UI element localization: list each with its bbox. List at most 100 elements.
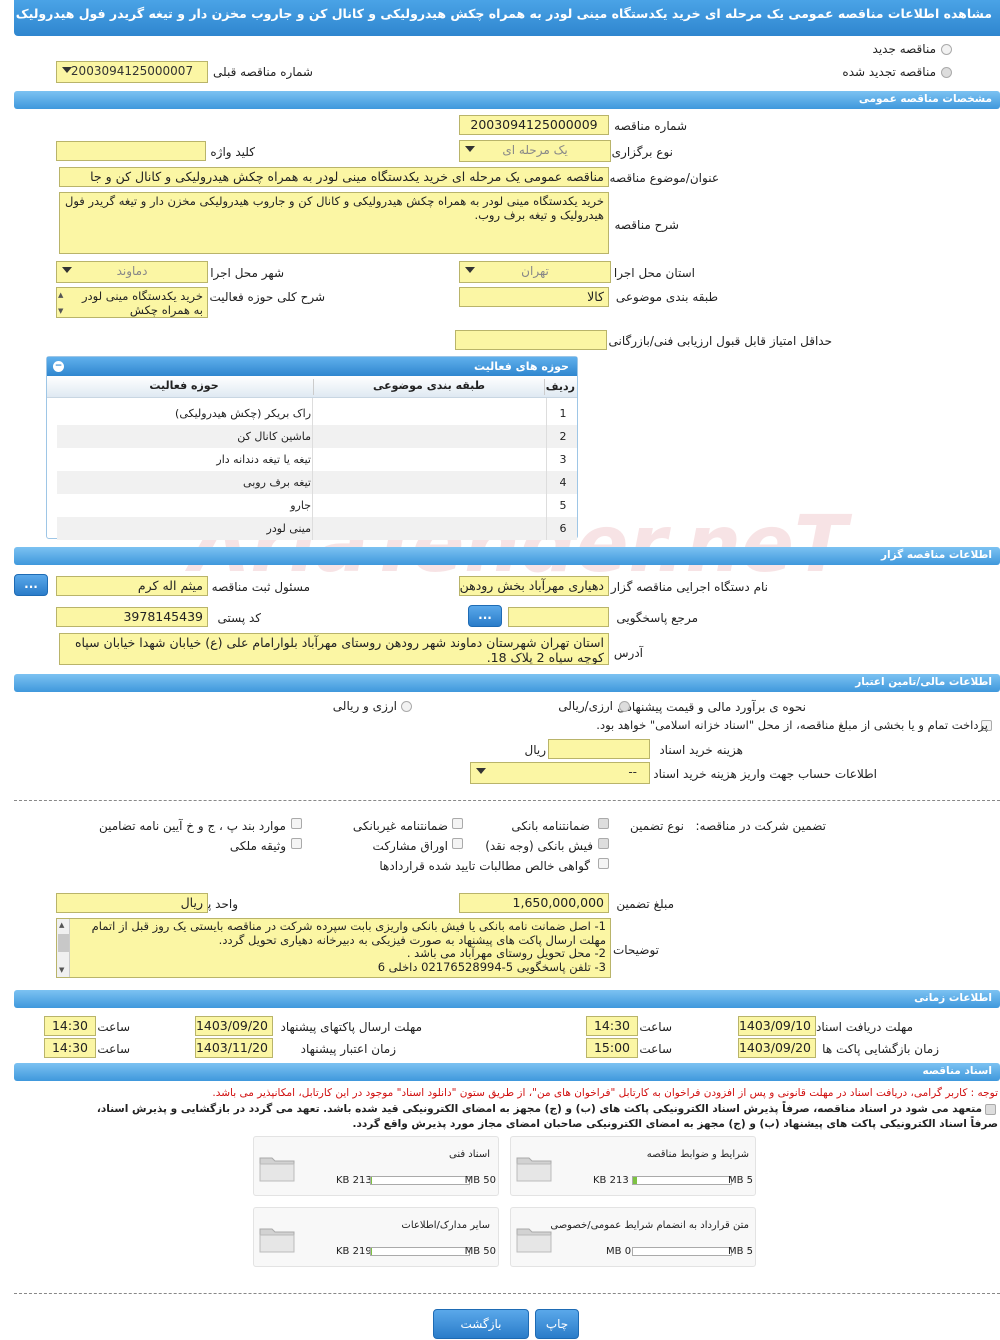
province-select[interactable]: تهران xyxy=(459,261,611,283)
holding-type-label: نوع برگزاری xyxy=(611,145,673,159)
cash-label: فیش بانکی (وجه نقد) xyxy=(485,839,593,853)
renewed-tender-label: مناقصه تجدید شده xyxy=(842,65,936,79)
address-field[interactable]: استان تهران شهرستان دماوند شهر رودهن روس… xyxy=(59,633,609,665)
send-date-field[interactable]: 1403/09/20 xyxy=(195,1016,273,1036)
file-name: اسناد فنی xyxy=(449,1149,490,1160)
row-number: 4 xyxy=(559,476,567,489)
org-field[interactable]: دهیاری مهرآباد بخش رودهن xyxy=(459,576,609,596)
currency-unit-field[interactable]: ریال xyxy=(56,893,208,913)
open-time-field[interactable]: 15:00 xyxy=(586,1038,638,1058)
property-checkbox[interactable] xyxy=(291,838,302,849)
file-max: 5 MB xyxy=(727,1246,753,1257)
scroll-up-icon[interactable]: ▲ xyxy=(58,291,63,299)
cash-checkbox[interactable] xyxy=(598,838,609,849)
commit-line-1: متعهد می شود در اسناد مناقصه، صرفاً پذیر… xyxy=(96,1103,982,1115)
rial-radio[interactable] xyxy=(619,701,630,712)
file-box-other[interactable]: سایر مدارک/اطلاعات 219 KB 50 MB xyxy=(253,1207,499,1267)
bank-guarantee-checkbox[interactable] xyxy=(598,818,609,829)
scroll-down-icon[interactable]: ▼ xyxy=(59,966,64,974)
clauses-checkbox[interactable] xyxy=(291,818,302,829)
holding-type-select[interactable]: یک مرحله ای xyxy=(459,140,611,162)
validity-label: زمان اعتبار پیشنهاد xyxy=(300,1042,396,1056)
renewed-tender-radio[interactable] xyxy=(941,67,952,78)
bonds-label: اوراق مشارکت xyxy=(372,839,448,853)
grid-divider xyxy=(546,398,547,540)
folder-icon xyxy=(516,1228,552,1253)
amount-label: مبلغ تضمین xyxy=(616,897,674,911)
scroll-up-icon[interactable]: ▲ xyxy=(59,921,64,929)
open-date-field[interactable]: 1403/09/20 xyxy=(738,1038,816,1058)
commit-line-2: صرفاً اسناد الکترونیکی پاکت های پیشنهاد … xyxy=(352,1118,998,1130)
subject-field[interactable]: مناقصه عمومی یک مرحله ای خرید یکدستگاه م… xyxy=(59,167,609,187)
row-number: 3 xyxy=(559,453,567,466)
tender-number-field[interactable]: 2003094125000009 xyxy=(459,115,609,135)
validity-time-field[interactable]: 14:30 xyxy=(44,1038,96,1058)
bank-guarantee-label: ضمانتنامه بانکی xyxy=(511,819,590,833)
guarantee-label: تضمین شرکت در مناقصه: xyxy=(695,819,826,833)
notes-field[interactable]: 1- اصل ضمانت نامه بانکی یا فیش بانکی وار… xyxy=(56,918,611,978)
recv-deadline-label: مهلت دریافت اسناد xyxy=(815,1020,913,1034)
file-box-technical[interactable]: اسناد فنی 213 KB 50 MB xyxy=(253,1136,499,1196)
city-select[interactable]: دماوند xyxy=(56,261,208,283)
send-time-field[interactable]: 14:30 xyxy=(44,1016,96,1036)
validity-date-field[interactable]: 1403/11/20 xyxy=(195,1038,273,1058)
notes-label: توضیحات xyxy=(612,943,659,957)
row-activity: جارو xyxy=(290,499,311,512)
keyword-field[interactable] xyxy=(56,141,206,161)
ref-field[interactable] xyxy=(508,607,609,627)
nonbank-guarantee-checkbox[interactable] xyxy=(452,818,463,829)
postal-field[interactable]: 3978145439 xyxy=(56,607,208,627)
recv-time-label: ساعت xyxy=(639,1020,672,1034)
row-activity: ماشین کانال کن xyxy=(237,430,311,443)
currency-radio[interactable] xyxy=(401,701,412,712)
file-box-terms[interactable]: شرایط و ضوابط مناقصه 213 KB 5 MB xyxy=(510,1136,756,1196)
row-number: 1 xyxy=(559,407,567,420)
category-field[interactable]: کالا xyxy=(459,287,609,307)
row-number: 2 xyxy=(559,430,567,443)
row-activity: مینی لودر xyxy=(266,522,311,535)
ref-more-button[interactable]: ... xyxy=(468,605,502,627)
back-button[interactable]: بازگشت xyxy=(433,1309,529,1339)
scroll-thumb[interactable] xyxy=(58,934,69,952)
prev-number-select[interactable]: 2003094125000007 xyxy=(56,61,208,83)
amount-field[interactable]: 1,650,000,000 xyxy=(459,893,609,913)
scope-label: شرح کلی حوزه فعالیت xyxy=(209,290,326,304)
officer-more-button[interactable]: ... xyxy=(14,574,48,596)
description-field[interactable]: خرید یکدستگاه مینی لودر به همراه چکش هید… xyxy=(59,192,609,254)
notes-line: 1- اصل ضمانت نامه بانکی یا فیش بانکی وار… xyxy=(91,919,606,933)
bonds-checkbox[interactable] xyxy=(452,838,463,849)
col-category: طبقه بندی موضوعی xyxy=(313,379,545,395)
collapse-icon[interactable]: − xyxy=(53,361,64,372)
prev-number-value: 2003094125000007 xyxy=(70,64,194,78)
scroll-down-icon[interactable]: ▼ xyxy=(58,307,63,315)
file-progress-bar xyxy=(370,1176,470,1185)
province-value: تهران xyxy=(521,264,549,278)
officer-field[interactable]: میثم اله کرم xyxy=(56,576,208,596)
divider xyxy=(14,800,1000,801)
row-activity: راک بریکر (چکش هیدرولیکی) xyxy=(175,407,311,420)
treasury-text: پرداخت تمام و یا بخشی از مبلغ مناقصه، از… xyxy=(596,718,988,732)
commit-checkbox[interactable] xyxy=(985,1104,996,1115)
file-box-contract[interactable]: متن قرارداد به انضمام شرایط عمومی/خصوصی … xyxy=(510,1207,756,1267)
recv-time-field[interactable]: 14:30 xyxy=(586,1016,638,1036)
print-button[interactable]: چاپ xyxy=(535,1309,579,1339)
table-row: 4 تیغه برف روبی xyxy=(57,471,577,494)
section-organizer: اطلاعات مناقصه گزار xyxy=(14,547,1000,565)
account-select[interactable]: -- xyxy=(470,762,650,784)
min-score-field[interactable] xyxy=(455,330,607,350)
number-label: شماره مناقصه xyxy=(614,119,687,133)
city-label: شهر محل اجرا xyxy=(210,266,284,280)
claims-checkbox[interactable] xyxy=(598,858,609,869)
col-activity: حوزه فعالیت xyxy=(149,379,219,392)
file-progress-bar xyxy=(632,1247,732,1256)
category-label: طبقه بندی موضوعی xyxy=(615,290,718,304)
subject-label: عنوان/موضوع مناقصه xyxy=(609,171,719,185)
recv-date-field[interactable]: 1403/09/10 xyxy=(738,1016,816,1036)
scope-field[interactable]: خرید یکدستگاه مینی لودر به همراه چکش xyxy=(56,287,208,318)
col-row: ردیف xyxy=(545,380,575,393)
file-progress-fill xyxy=(633,1177,637,1184)
doc-fee-field[interactable] xyxy=(548,739,650,759)
notes-line: 2- محل تحویل روستای مهرآباد می باشد . xyxy=(406,946,606,960)
chevron-down-icon xyxy=(62,67,72,73)
new-tender-radio[interactable] xyxy=(941,44,952,55)
